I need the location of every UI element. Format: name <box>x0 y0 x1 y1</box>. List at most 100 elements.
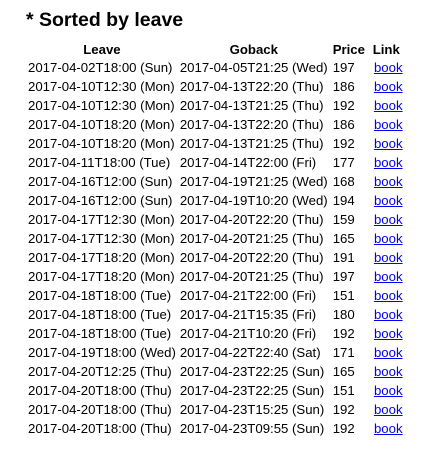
leave-cell: 2017-04-20T12:25 (Thu) <box>28 364 172 379</box>
book-link[interactable]: book <box>374 402 403 417</box>
price-cell: 192 <box>332 326 355 341</box>
price-cell: 192 <box>332 421 355 436</box>
goback-cell: 2017-04-13T22:20 (Thu) <box>179 79 324 94</box>
price-cell: 171 <box>332 345 355 360</box>
book-link[interactable]: book <box>374 98 403 113</box>
goback-cell: 2017-04-21T10:20 (Fri) <box>179 326 317 341</box>
book-link[interactable]: book <box>374 364 403 379</box>
book-link[interactable]: book <box>374 383 403 398</box>
table-row: 2017-04-18T18:00 (Tue) 2017-04-21T22:00 (… <box>26 286 405 305</box>
goback-cell: 2017-04-05T21:25 (Wed) <box>179 60 328 75</box>
link-cell: book <box>368 115 405 134</box>
link-cell: book <box>368 362 405 381</box>
leave-cell: 2017-04-17T12:30 (Mon) <box>28 212 175 227</box>
table-row: 2017-04-16T12:00 (Sun) 2017-04-19T10:20 (… <box>26 191 405 210</box>
leave-cell: 2017-04-10T12:30 (Mon) <box>28 98 175 113</box>
table-row: 2017-04-10T12:30 (Mon) 2017-04-13T21:25 (… <box>26 96 405 115</box>
book-link[interactable]: book <box>374 60 403 75</box>
price-cell: 168 <box>332 174 355 189</box>
leave-cell: 2017-04-20T18:00 (Thu) <box>28 421 172 436</box>
table-row: 2017-04-11T18:00 (Tue) 2017-04-14T22:00 (… <box>26 153 405 172</box>
link-cell: book <box>368 210 405 229</box>
book-link[interactable]: book <box>374 117 403 132</box>
book-link[interactable]: book <box>374 155 403 170</box>
link-cell: book <box>368 381 405 400</box>
table-row: 2017-04-10T12:30 (Mon) 2017-04-13T22:20 (… <box>26 77 405 96</box>
table-row: 2017-04-19T18:00 (Wed) 2017-04-22T22:40 (… <box>26 343 405 362</box>
book-link[interactable]: book <box>374 193 403 208</box>
goback-cell: 2017-04-21T22:00 (Fri) <box>179 288 317 303</box>
goback-cell: 2017-04-13T21:25 (Thu) <box>179 136 324 151</box>
book-link[interactable]: book <box>374 269 403 284</box>
table-row: 2017-04-20T18:00 (Thu) 2017-04-23T09:55 (… <box>26 419 405 438</box>
goback-cell: 2017-04-21T15:35 (Fri) <box>179 307 317 322</box>
book-link[interactable]: book <box>374 231 403 246</box>
page-title: * Sorted by leave <box>26 9 184 31</box>
table-row: 2017-04-17T18:20 (Mon) 2017-04-20T22:20 (… <box>26 248 405 267</box>
price-cell: 194 <box>332 193 355 208</box>
link-cell: book <box>368 248 405 267</box>
book-link[interactable]: book <box>374 212 403 227</box>
book-link[interactable]: book <box>374 288 403 303</box>
book-link[interactable]: book <box>374 307 403 322</box>
book-link[interactable]: book <box>374 421 403 436</box>
goback-cell: 2017-04-23T22:25 (Sun) <box>179 364 325 379</box>
table-row: 2017-04-16T12:00 (Sun) 2017-04-19T21:25 (… <box>26 172 405 191</box>
goback-cell: 2017-04-20T22:20 (Thu) <box>179 212 324 227</box>
flights-table: Leave Goback Price Link 2017-04-02T18:00… <box>26 41 405 438</box>
price-cell: 186 <box>332 117 355 132</box>
price-cell: 186 <box>332 79 355 94</box>
price-cell: 192 <box>332 98 355 113</box>
book-link[interactable]: book <box>374 345 403 360</box>
leave-cell: 2017-04-18T18:00 (Tue) <box>28 288 172 303</box>
link-cell: book <box>368 96 405 115</box>
leave-cell: 2017-04-17T18:20 (Mon) <box>28 250 175 265</box>
leave-cell: 2017-04-20T18:00 (Thu) <box>28 383 172 398</box>
price-cell: 192 <box>332 402 355 417</box>
goback-cell: 2017-04-19T21:25 (Wed) <box>179 174 328 189</box>
table-body: 2017-04-02T18:00 (Sun) 2017-04-05T21:25 (… <box>26 58 405 438</box>
leave-cell: 2017-04-10T18:20 (Mon) <box>28 136 175 151</box>
table-row: 2017-04-18T18:00 (Tue) 2017-04-21T10:20 (… <box>26 324 405 343</box>
goback-cell: 2017-04-20T21:25 (Thu) <box>179 231 324 246</box>
link-cell: book <box>368 191 405 210</box>
leave-cell: 2017-04-19T18:00 (Wed) <box>28 345 176 360</box>
leave-cell: 2017-04-16T12:00 (Sun) <box>28 193 173 208</box>
table-row: 2017-04-17T12:30 (Mon) 2017-04-20T22:20 (… <box>26 210 405 229</box>
goback-cell: 2017-04-23T15:25 (Sun) <box>179 402 325 417</box>
table-header-row: Leave Goback Price Link <box>26 41 405 58</box>
column-header-goback: Goback <box>229 42 278 57</box>
link-cell: book <box>368 267 405 286</box>
price-cell: 165 <box>332 231 355 246</box>
leave-cell: 2017-04-20T18:00 (Thu) <box>28 402 172 417</box>
goback-cell: 2017-04-13T21:25 (Thu) <box>179 98 324 113</box>
price-cell: 165 <box>332 364 355 379</box>
leave-cell: 2017-04-17T12:30 (Mon) <box>28 231 175 246</box>
table-row: 2017-04-02T18:00 (Sun) 2017-04-05T21:25 (… <box>26 58 405 77</box>
book-link[interactable]: book <box>374 79 403 94</box>
link-cell: book <box>368 58 405 77</box>
price-cell: 177 <box>332 155 355 170</box>
table-row: 2017-04-10T18:20 (Mon) 2017-04-13T21:25 (… <box>26 134 405 153</box>
goback-cell: 2017-04-22T22:40 (Sat) <box>179 345 321 360</box>
goback-cell: 2017-04-13T22:20 (Thu) <box>179 117 324 132</box>
book-link[interactable]: book <box>374 326 403 341</box>
book-link[interactable]: book <box>374 136 403 151</box>
price-cell: 191 <box>332 250 355 265</box>
goback-cell: 2017-04-19T10:20 (Wed) <box>179 193 328 208</box>
leave-cell: 2017-04-02T18:00 (Sun) <box>28 60 173 75</box>
book-link[interactable]: book <box>374 250 403 265</box>
link-cell: book <box>368 153 405 172</box>
leave-cell: 2017-04-11T18:00 (Tue) <box>28 155 171 170</box>
goback-cell: 2017-04-20T22:20 (Thu) <box>179 250 324 265</box>
column-header-link: Link <box>372 42 400 57</box>
link-cell: book <box>368 229 405 248</box>
price-cell: 197 <box>332 269 355 284</box>
link-cell: book <box>368 77 405 96</box>
book-link[interactable]: book <box>374 174 403 189</box>
goback-cell: 2017-04-14T22:00 (Fri) <box>179 155 317 170</box>
price-cell: 159 <box>332 212 355 227</box>
table-row: 2017-04-18T18:00 (Tue) 2017-04-21T15:35 (… <box>26 305 405 324</box>
table-row: 2017-04-20T18:00 (Thu) 2017-04-23T15:25 (… <box>26 400 405 419</box>
leave-cell: 2017-04-17T18:20 (Mon) <box>28 269 175 284</box>
